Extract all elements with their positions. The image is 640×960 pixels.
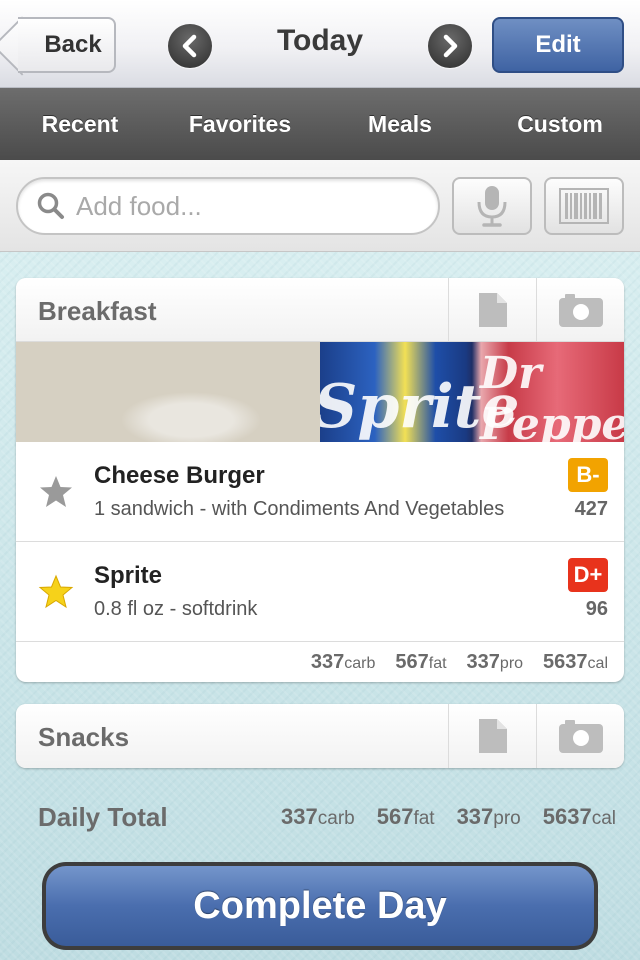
note-icon [478,719,507,753]
search-bar [0,160,640,252]
edit-button[interactable]: Edit [492,17,624,73]
fat-total: 567fat [395,650,447,673]
cheese-burger-photo [16,342,320,442]
calorie-count: 427 [574,498,608,520]
daily-totals-values: 337carb 567fat 337pro 5637cal [281,804,616,830]
daily-protein: 337pro [456,804,521,829]
barcode-scan-button[interactable] [544,177,624,235]
voice-input-button[interactable] [452,177,532,235]
barcode-icon [559,188,609,224]
food-description: 1 sandwich - with Condiments And Vegetab… [94,498,505,520]
grade-badge: D+ [568,558,608,592]
snacks-card: Snacks [16,704,624,768]
snacks-header[interactable]: Snacks [16,704,624,768]
tab-custom[interactable]: Custom [480,111,640,138]
camera-icon [558,720,603,753]
snacks-title: Snacks [38,722,130,752]
search-icon [37,192,64,219]
breakfast-camera-button[interactable] [536,278,624,342]
food-description: 0.8 fl oz - softdrink [94,598,258,620]
chevron-right-icon [443,34,458,58]
protein-total: 337pro [466,650,524,673]
page-title: Today [276,24,364,57]
drpepper-can-text: Dr Pepper [480,348,624,442]
complete-day-frame: Complete Day [42,862,598,950]
back-button[interactable]: Back [18,17,116,73]
complete-day-button[interactable]: Complete Day [46,866,594,946]
food-item-sprite[interactable]: Sprite 0.8 fl oz - softdrink D+ 96 [16,542,624,642]
tab-recent[interactable]: Recent [0,111,160,138]
tab-bar: Recent Favorites Meals Custom [0,88,640,160]
daily-carb: 337carb [281,804,355,829]
calorie-count: 96 [585,598,608,620]
previous-day-button[interactable] [168,24,212,68]
calorie-total: 5637cal [543,650,608,673]
snacks-camera-button[interactable] [536,704,624,768]
microphone-icon [477,186,507,227]
add-food-input[interactable] [76,190,416,222]
navigation-bar: Back Today Edit [0,0,640,88]
camera-icon [558,294,603,327]
next-day-button[interactable] [428,24,472,68]
chevron-left-icon [182,34,197,58]
daily-fat: 567fat [376,804,435,829]
breakfast-header[interactable]: Breakfast [16,278,624,342]
snacks-note-button[interactable] [448,704,536,768]
star-outline-icon[interactable] [38,474,74,510]
grade-badge: B- [568,458,608,492]
back-button-label: Back [44,31,102,58]
tab-favorites[interactable]: Favorites [160,111,320,138]
breakfast-totals: 337carb 567fat 337pro 5637cal [16,642,624,682]
soda-photo: Sprite Dr Pepper [320,342,624,442]
star-filled-icon[interactable] [38,574,74,610]
breakfast-card: Breakfast Sprite Dr Pepper Cheese Burger… [16,278,624,682]
food-name: Cheese Burger [94,462,265,489]
daily-total: Daily Total 337carb 567fat 337pro 5637ca… [38,798,628,838]
daily-calories: 5637cal [542,804,616,829]
breakfast-photos[interactable]: Sprite Dr Pepper [16,342,624,442]
breakfast-title: Breakfast [38,296,157,326]
search-field[interactable] [16,177,440,235]
note-icon [478,293,507,327]
daily-total-label: Daily Total [38,802,168,832]
tab-meals[interactable]: Meals [320,111,480,138]
breakfast-note-button[interactable] [448,278,536,342]
food-name: Sprite [94,562,163,589]
food-item-cheese-burger[interactable]: Cheese Burger 1 sandwich - with Condimen… [16,442,624,542]
carb-total: 337carb [310,650,376,673]
